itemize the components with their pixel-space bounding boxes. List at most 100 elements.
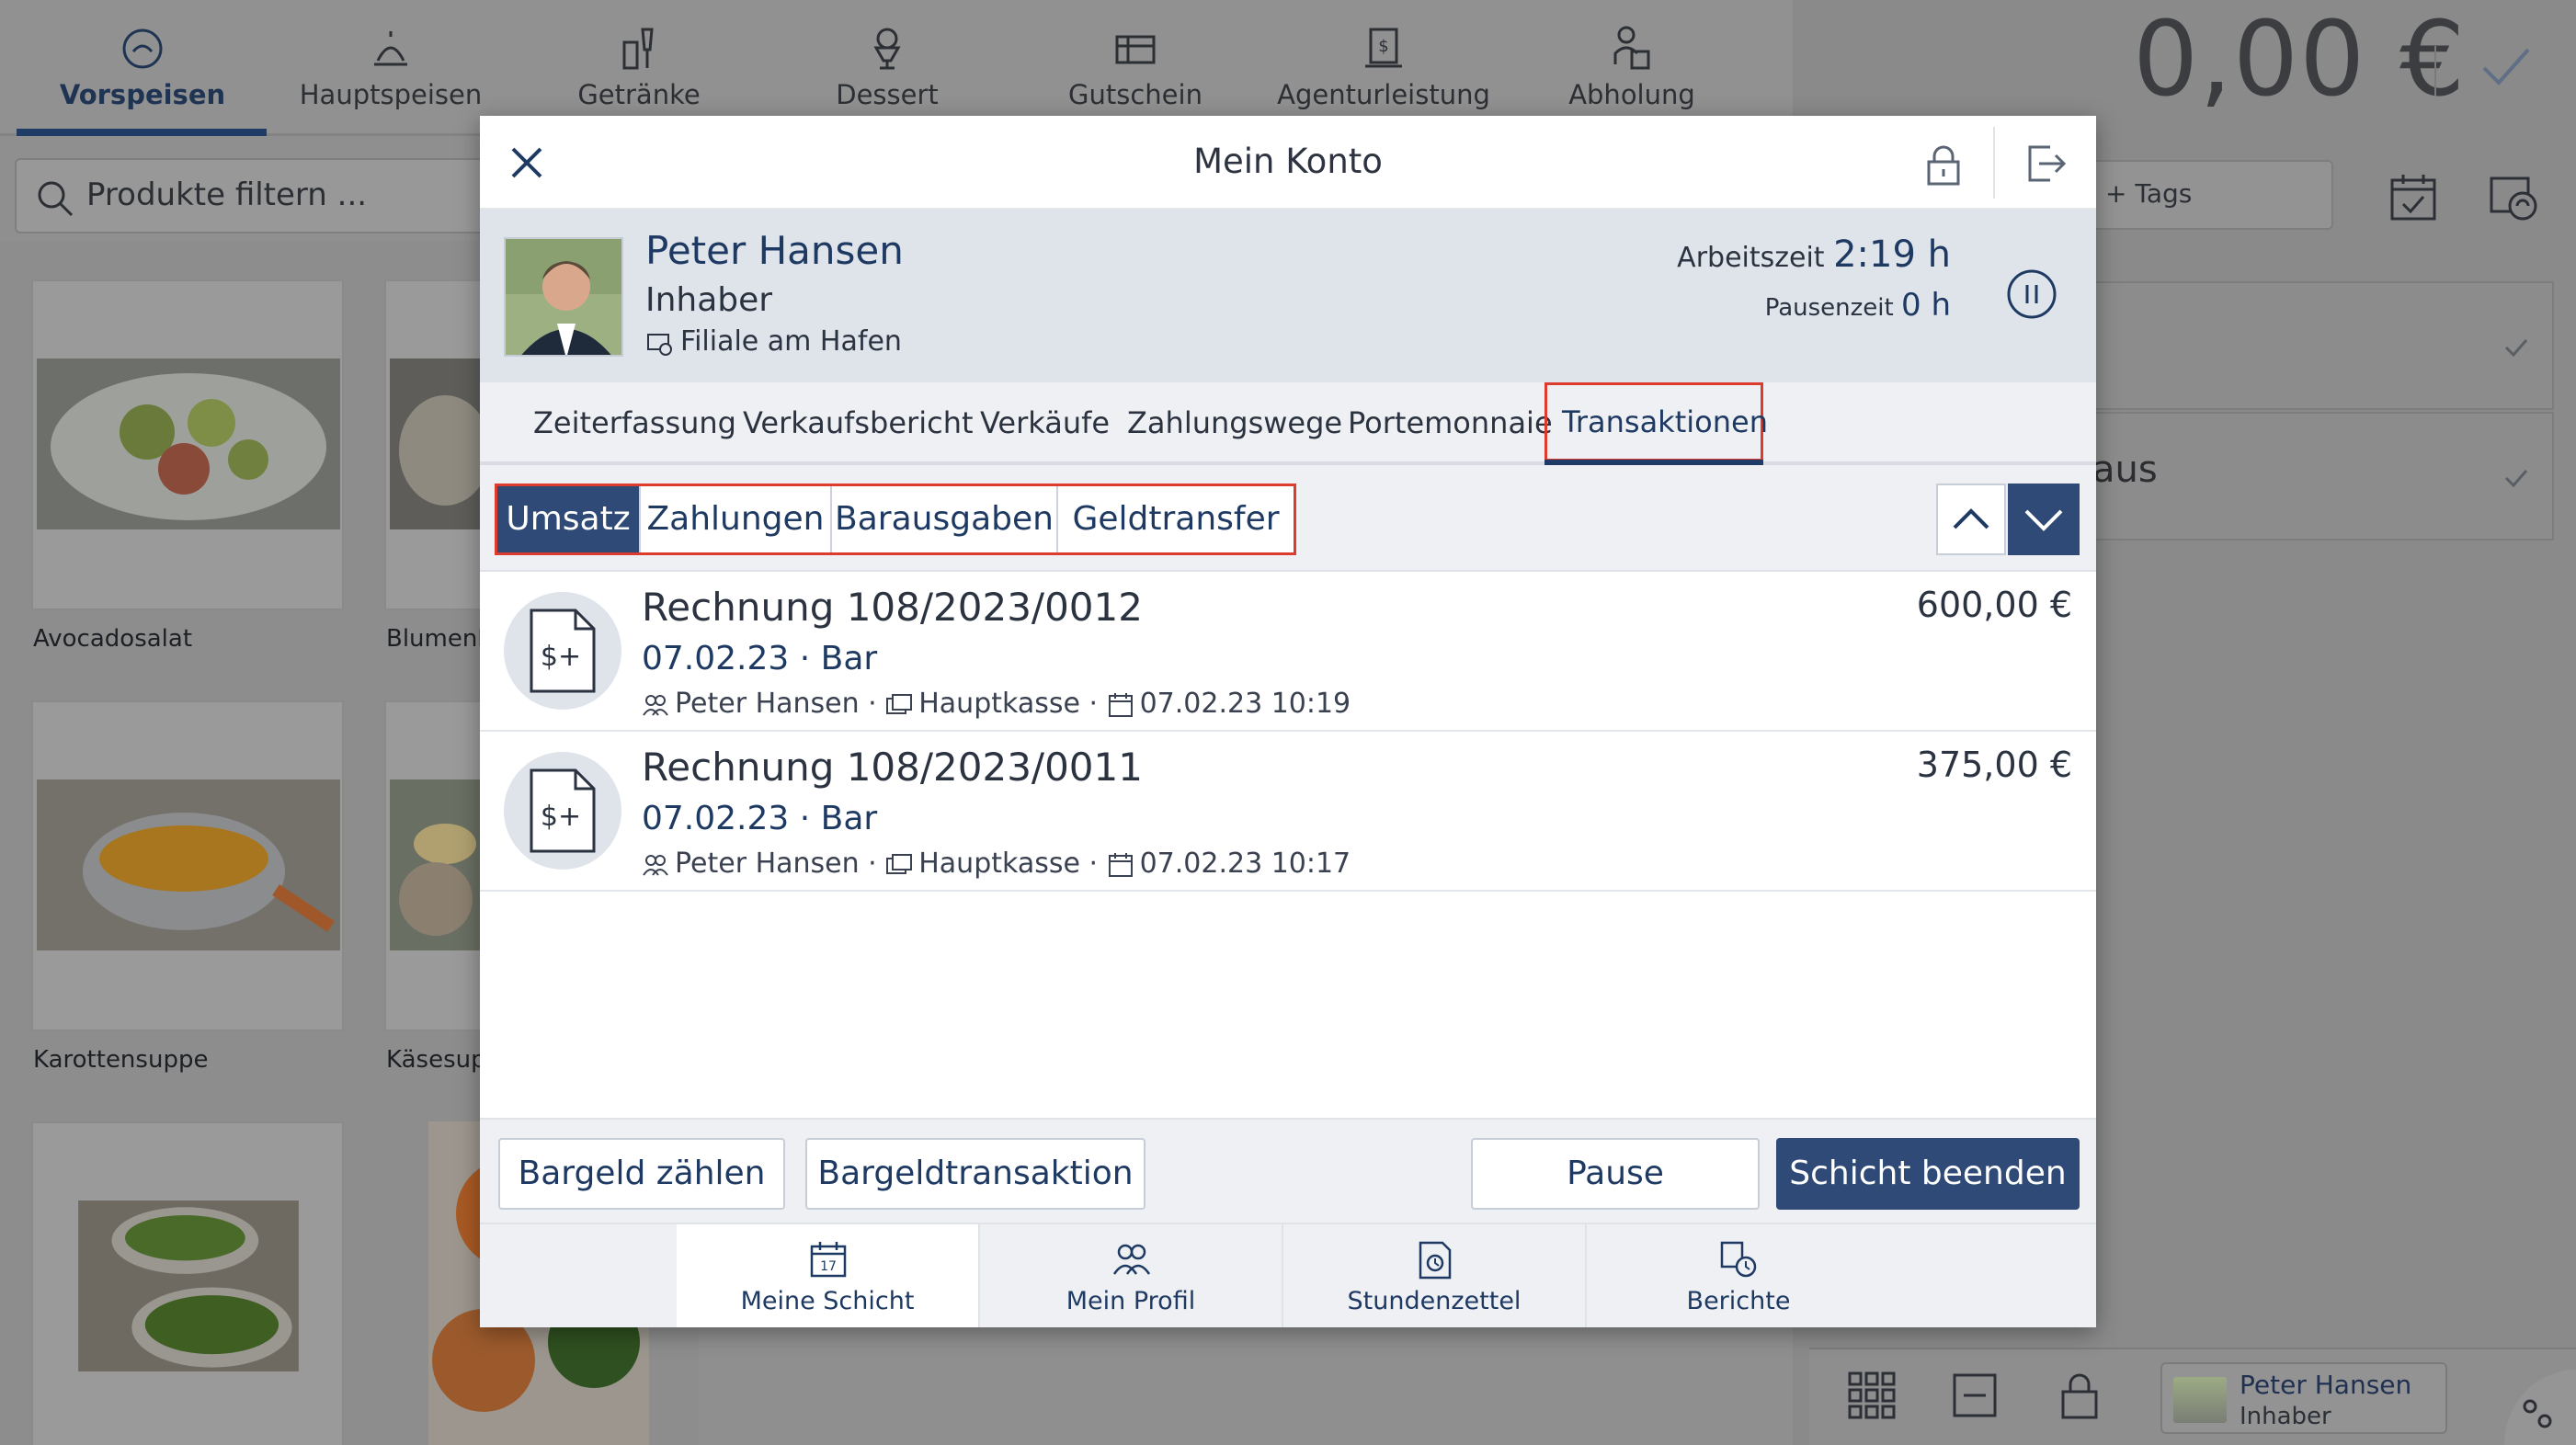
- invoice-icon: $+: [530, 768, 596, 853]
- transaction-datetime: 07.02.23 10:17: [1139, 848, 1351, 880]
- product-tile[interactable]: Käsesupp: [384, 700, 501, 1074]
- product-image: [37, 358, 340, 529]
- transaction-row[interactable]: $+ Rechnung 108/2023/0011 07.02.23 · Bar…: [480, 732, 2096, 892]
- transaction-row[interactable]: $+ Rechnung 108/2023/0012 07.02.23 · Bar…: [480, 572, 2096, 732]
- product-image: [390, 358, 482, 529]
- minus-icon[interactable]: [1949, 1370, 2000, 1421]
- svg-text:$: $: [1378, 37, 1388, 56]
- tab-zahlungswege[interactable]: Zahlungswege: [1127, 382, 1342, 463]
- checkmark-icon: [2504, 470, 2528, 488]
- product-tile[interactable]: Blumenk: [384, 279, 491, 653]
- users-icon: [643, 694, 668, 716]
- dialog-actions: Bargeld zählen Bargeldtransaktion Pause …: [480, 1118, 2096, 1224]
- worktime: Arbeitszeit 2:19 h: [1677, 233, 1951, 276]
- drinks-icon: [622, 28, 654, 70]
- filter-placeholder: Produkte filtern ...: [86, 176, 368, 213]
- pausetime: Pausenzeit 0 h: [1765, 287, 1951, 324]
- category-label: Hauptspeisen: [299, 79, 483, 110]
- tab-verkaeufe[interactable]: Verkäufe: [980, 382, 1110, 463]
- pause-icon[interactable]: [2006, 268, 2057, 320]
- tags-label: + Tags: [2105, 178, 2193, 209]
- chevron-down-icon: [2024, 509, 2063, 531]
- lock-icon[interactable]: [1923, 143, 1964, 186]
- category-label: Dessert: [836, 79, 939, 110]
- nav-meine-schicht[interactable]: 17 Meine Schicht: [677, 1224, 980, 1327]
- pause-button[interactable]: Pause: [1471, 1138, 1760, 1210]
- logout-icon[interactable]: [2024, 143, 2067, 184]
- nav-label: Stundenzettel: [1347, 1287, 1522, 1315]
- nav-berichte[interactable]: Berichte: [1587, 1224, 1890, 1327]
- dialog-header: Mein Konto: [480, 116, 2096, 210]
- lock-icon[interactable]: [2054, 1370, 2105, 1421]
- product-filter-input[interactable]: Produkte filtern ...: [15, 158, 493, 233]
- nav-label: Meine Schicht: [740, 1287, 915, 1315]
- calendar-check-icon[interactable]: [2387, 171, 2440, 224]
- product-tile[interactable]: [31, 1121, 344, 1445]
- product-tile[interactable]: Karottensuppe: [31, 700, 344, 1074]
- scroll-up-button[interactable]: [1936, 484, 2006, 555]
- search-icon: [38, 181, 74, 217]
- voucher-icon: [1115, 35, 1156, 64]
- main-dish-icon: [374, 31, 407, 66]
- nav-label: Berichte: [1686, 1287, 1791, 1315]
- agency-service-icon: $: [1365, 28, 1402, 68]
- transaction-filter-bar: Umsatz Zahlungen Barausgaben Geldtransfe…: [480, 465, 2096, 572]
- branch-name: Filiale am Hafen: [680, 325, 902, 358]
- segment-umsatz[interactable]: Umsatz: [497, 486, 641, 552]
- transaction-subtitle: 07.02.23 · Bar: [642, 800, 878, 837]
- transaction-type-segments: Umsatz Zahlungen Barausgaben Geldtransfe…: [495, 484, 1296, 555]
- user-branch: Filiale am Hafen: [645, 325, 902, 358]
- category-label: Agenturleistung: [1277, 79, 1490, 110]
- grid-icon[interactable]: [1846, 1370, 1898, 1421]
- product-image: [78, 1200, 299, 1371]
- scroll-down-button[interactable]: [2008, 484, 2080, 555]
- transaction-register: Hauptkasse: [918, 848, 1080, 880]
- profile-icon: [1112, 1244, 1151, 1275]
- location-tag-icon: [647, 333, 672, 356]
- category-label: Abholung: [1568, 79, 1695, 110]
- tab-zeiterfassung[interactable]: Zeiterfassung: [533, 382, 736, 463]
- category-label: Getränke: [577, 79, 701, 110]
- sync-icon[interactable]: [2488, 171, 2541, 224]
- checkmark-icon[interactable]: [2477, 37, 2536, 96]
- svg-text:$+: $+: [541, 641, 581, 673]
- starter-icon: [122, 28, 163, 69]
- network-icon[interactable]: [2504, 1370, 2576, 1445]
- product-tile[interactable]: Avocadosalat: [31, 279, 344, 653]
- product-image: [390, 779, 482, 950]
- transaction-meta: Peter Hansen · Hauptkasse · 07.02.23 10:…: [642, 848, 1351, 880]
- user-role: Inhaber: [2240, 1403, 2331, 1430]
- tags-button[interactable]: + Tags: [2076, 160, 2333, 230]
- nav-stundenzettel[interactable]: Stundenzettel: [1283, 1224, 1587, 1327]
- end-shift-button[interactable]: Schicht beenden: [1776, 1138, 2080, 1210]
- transaction-datetime: 07.02.23 10:19: [1139, 688, 1351, 720]
- active-category-indicator: [17, 129, 267, 136]
- timesheet-icon: [1419, 1241, 1452, 1280]
- avatar: [2173, 1377, 2227, 1423]
- current-user-chip[interactable]: Peter Hansen Inhaber: [2160, 1362, 2447, 1434]
- count-cash-button[interactable]: Bargeld zählen: [498, 1138, 785, 1210]
- category-vorspeisen[interactable]: Vorspeisen: [18, 0, 267, 136]
- transaction-employee: Peter Hansen: [675, 688, 860, 720]
- calendar-icon: [1108, 692, 1133, 717]
- product-image: [37, 779, 340, 950]
- divider: [1993, 127, 1995, 199]
- nav-mein-profil[interactable]: Mein Profil: [980, 1224, 1283, 1327]
- tab-portemonnaie[interactable]: Portemonnaie: [1348, 382, 1553, 463]
- segment-zahlungen[interactable]: Zahlungen: [641, 486, 832, 552]
- transaction-title: Rechnung 108/2023/0012: [642, 585, 1143, 630]
- cash-transaction-button[interactable]: Bargeldtransaktion: [805, 1138, 1146, 1210]
- product-name: Avocadosalat: [33, 625, 193, 653]
- segment-barausgaben[interactable]: Barausgaben: [832, 486, 1058, 552]
- product-name: Karottensuppe: [33, 1046, 209, 1074]
- checkmark-icon: [2504, 339, 2528, 358]
- segment-geldtransfer[interactable]: Geldtransfer: [1058, 486, 1294, 552]
- tab-transaktionen[interactable]: Transaktionen: [1544, 382, 1768, 461]
- order-line-item[interactable]: [2076, 281, 2554, 410]
- order-item-text: aus: [2092, 449, 2158, 491]
- tab-verkaufsbericht[interactable]: Verkaufsbericht: [743, 382, 974, 463]
- nav-label: Mein Profil: [1066, 1287, 1196, 1315]
- product-name: Blumenk: [386, 625, 492, 653]
- user-name: Peter Hansen: [645, 228, 904, 273]
- category-hauptspeisen[interactable]: Hauptspeisen: [267, 0, 515, 136]
